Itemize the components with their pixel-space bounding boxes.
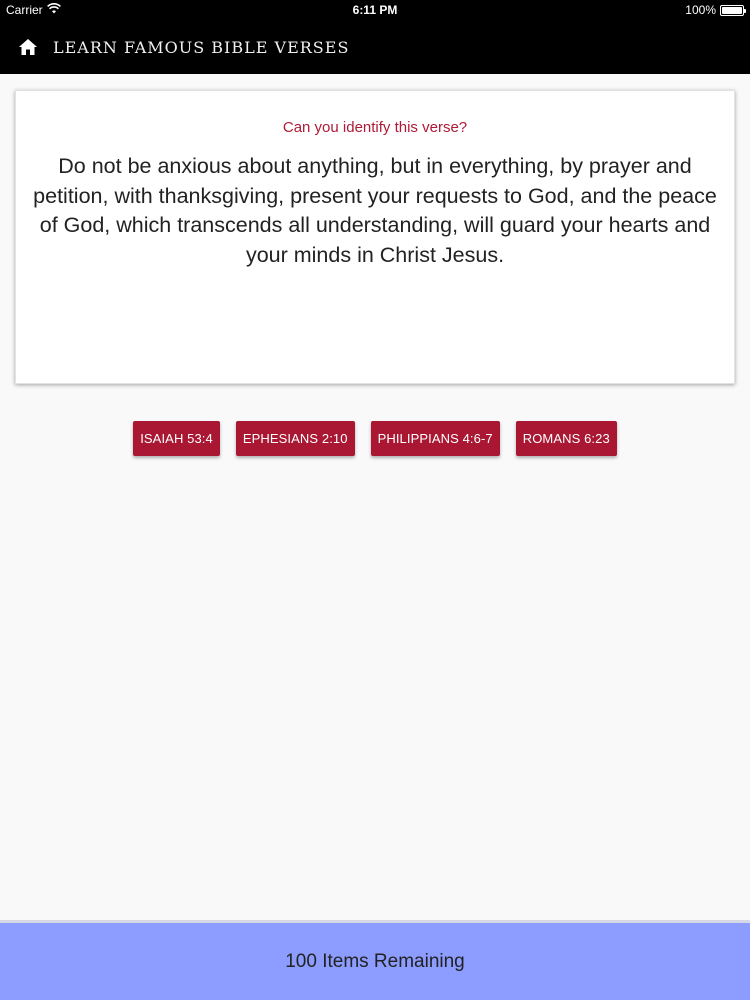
wifi-icon [46,3,61,17]
status-right: 100% [685,3,746,17]
answer-button-romans[interactable]: ROMANS 6:23 [515,421,617,456]
nav-bar: LEARN FAMOUS BIBLE VERSES [0,20,750,74]
battery-icon [720,4,746,16]
carrier-label: Carrier [6,3,43,17]
answer-button-philippians[interactable]: PHILIPPIANS 4:6-7 [370,421,500,456]
answer-options: ISAIAH 53:4 EPHESIANS 2:10 PHILIPPIANS 4… [0,421,750,456]
page-title: LEARN FAMOUS BIBLE VERSES [53,37,350,57]
battery-fill [722,6,742,14]
status-bar: Carrier 6:11 PM 100% [0,0,750,20]
battery-percent: 100% [685,3,716,17]
verse-card: Can you identify this verse? Do not be a… [15,90,735,384]
home-icon [19,39,37,55]
status-left: Carrier [6,3,61,17]
status-time: 6:11 PM [352,3,398,17]
verse-text: Do not be anxious about anything, but in… [33,154,717,267]
home-button[interactable] [16,35,40,59]
question-prompt: Can you identify this verse? [282,119,468,136]
answer-button-isaiah[interactable]: ISAIAH 53:4 [133,421,220,456]
items-remaining-bar: 100 Items Remaining [0,920,750,1000]
answer-button-ephesians[interactable]: EPHESIANS 2:10 [235,421,355,456]
items-remaining-label: 100 Items Remaining [285,950,465,972]
